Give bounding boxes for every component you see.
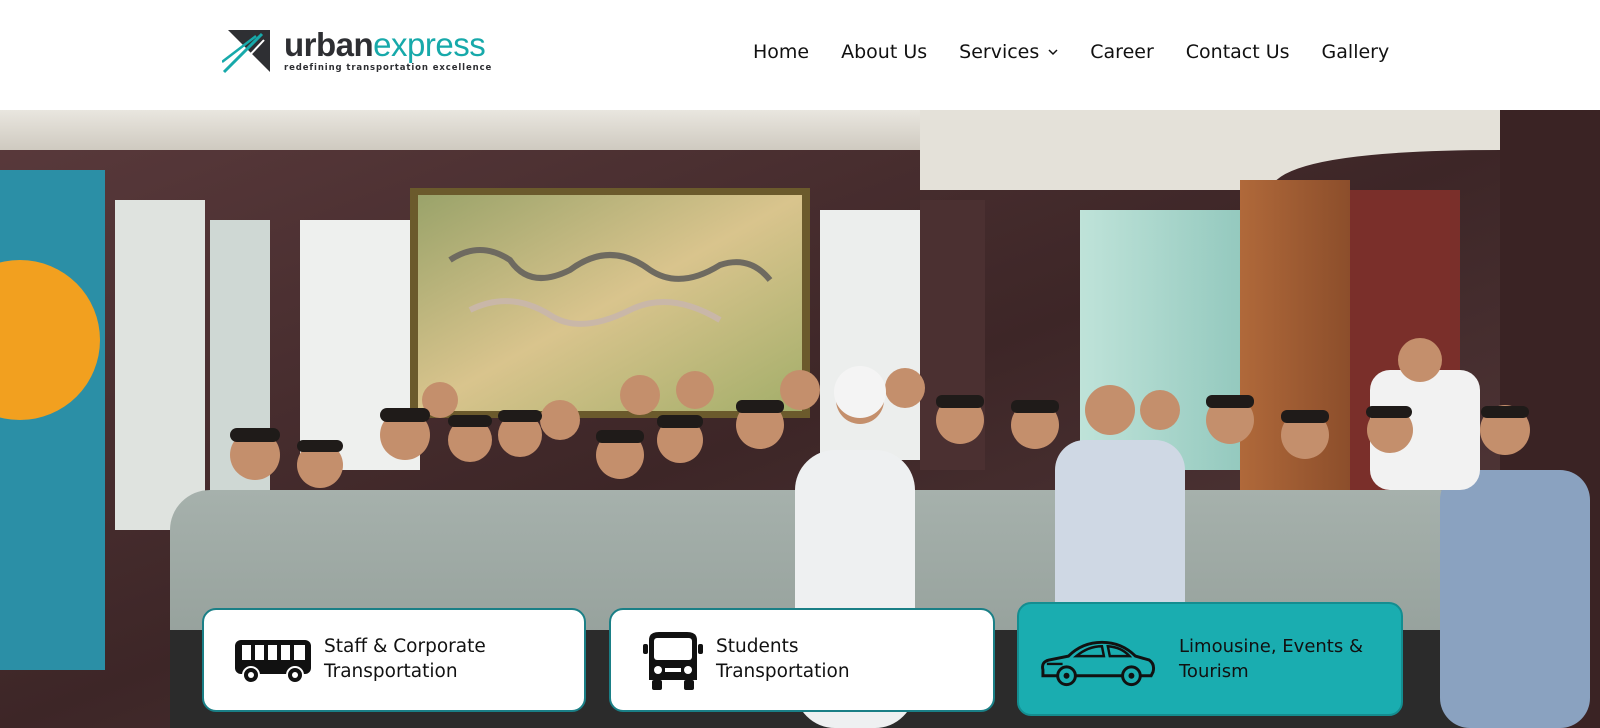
nav-about-us-label: About Us <box>841 41 928 63</box>
service-card-limousine-line2: Tourism <box>1179 661 1249 682</box>
logo-mark-icon <box>222 30 270 74</box>
service-card-staff-corporate[interactable]: Staff & Corporate Transportation <box>202 608 586 712</box>
nav-services-label: Services <box>959 41 1040 63</box>
service-card-limousine[interactable]: Limousine, Events & Tourism <box>1017 602 1403 716</box>
brand-name-express: express <box>373 26 486 63</box>
service-card-staff-corporate-label: Staff & Corporate Transportation <box>324 634 486 684</box>
brand-tagline: redefining transportation excellence <box>284 63 493 73</box>
service-card-students-line2: Transportation <box>716 661 850 682</box>
chevron-down-icon <box>1048 48 1058 55</box>
nav-career[interactable]: Career <box>1090 41 1154 63</box>
nav-career-label: Career <box>1090 41 1154 63</box>
brand-logo[interactable]: urbanexpress redefining transportation e… <box>222 28 492 74</box>
service-card-limousine-label: Limousine, Events & Tourism <box>1179 634 1363 684</box>
service-card-staff-corporate-line1: Staff & Corporate <box>324 636 486 657</box>
nav-about-us[interactable]: About Us <box>841 41 927 63</box>
bus-icon <box>235 640 311 684</box>
nav-gallery[interactable]: Gallery <box>1322 41 1390 63</box>
service-card-limousine-line1: Limousine, Events & <box>1179 636 1363 657</box>
brand-name-urban: urban <box>284 26 374 63</box>
brand-name: urbanexpress <box>284 26 492 63</box>
service-card-students-label: Students Transportation <box>716 634 850 684</box>
nav-home-label: Home <box>753 41 810 63</box>
logo-text: urbanexpress redefining transportation e… <box>284 26 493 73</box>
nav-gallery-label: Gallery <box>1321 41 1390 63</box>
nav-home[interactable]: Home <box>753 41 809 63</box>
service-card-students[interactable]: Students Transportation <box>609 608 995 712</box>
school-bus-icon <box>643 632 703 690</box>
nav-contact-us-label: Contact Us <box>1185 41 1290 63</box>
service-card-staff-corporate-line2: Transportation <box>324 661 458 682</box>
main-nav: Home About Us Services Career Contact Us… <box>753 38 1389 66</box>
nav-services[interactable]: Services <box>959 41 1058 63</box>
service-card-students-line1: Students <box>716 636 799 657</box>
nav-contact-us[interactable]: Contact Us <box>1186 41 1290 63</box>
car-icon <box>1041 640 1156 687</box>
site-header: urbanexpress redefining transportation e… <box>0 0 1600 110</box>
